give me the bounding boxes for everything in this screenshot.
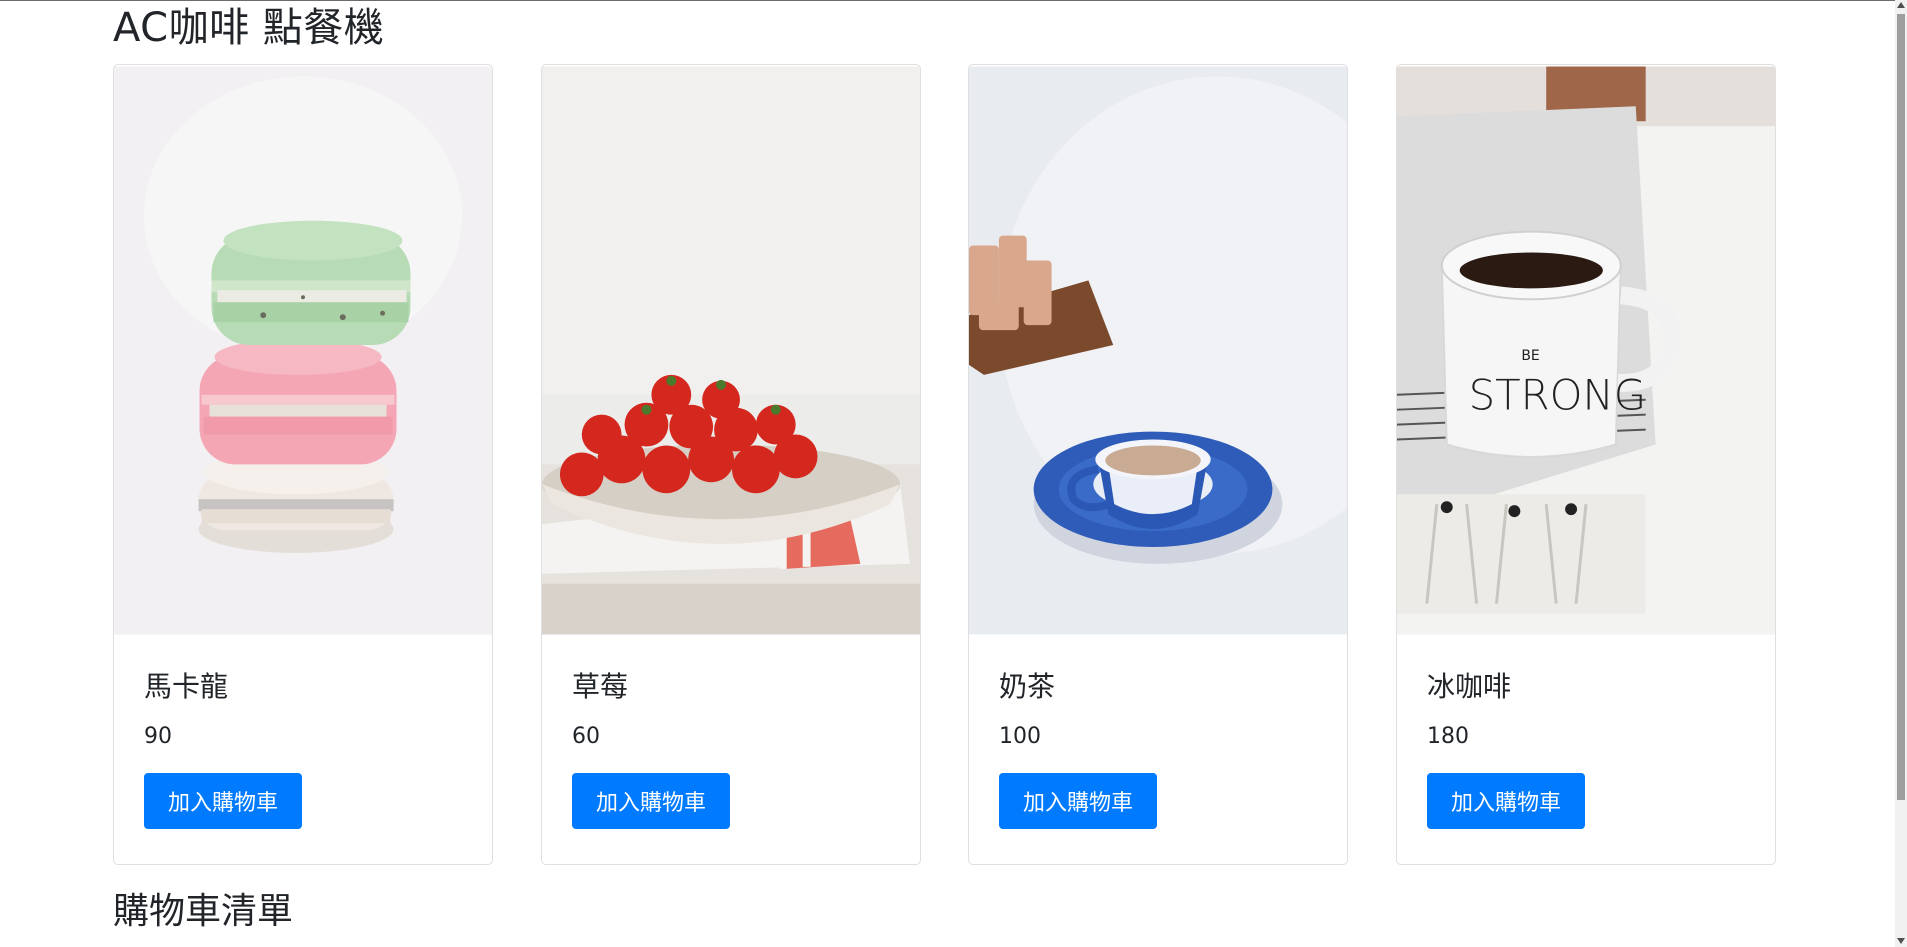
scroll-down-arrow-icon[interactable] (1897, 938, 1905, 944)
strawberry-image (542, 66, 920, 635)
cart-list-title: 購物車清單 (113, 891, 294, 932)
product-name: 奶茶 (999, 670, 1056, 703)
product-name: 冰咖啡 (1427, 670, 1512, 703)
iced-coffee-image: BE STRONG (1397, 66, 1775, 635)
add-to-cart-button[interactable]: 加入購物車 (999, 773, 1157, 829)
vertical-scrollbar[interactable] (1895, 0, 1907, 947)
product-card-milk-tea: 奶茶 100 加入購物車 (968, 64, 1348, 865)
product-price: 90 (144, 724, 172, 749)
scroll-up-arrow-icon[interactable] (1897, 2, 1905, 8)
product-price: 180 (1427, 724, 1469, 749)
page-title: AC咖啡 點餐機 (113, 5, 385, 51)
product-card-macaron: 馬卡龍 90 加入購物車 (113, 64, 493, 865)
add-to-cart-button[interactable]: 加入購物車 (572, 773, 730, 829)
scrollbar-thumb[interactable] (1897, 14, 1905, 800)
svg-text:STRONG: STRONG (1469, 371, 1647, 420)
milk-tea-image (969, 66, 1347, 635)
window-top-border (0, 0, 1907, 1)
svg-text:BE: BE (1521, 348, 1539, 364)
add-to-cart-button[interactable]: 加入購物車 (144, 773, 302, 829)
product-name: 馬卡龍 (144, 670, 229, 703)
product-price: 100 (999, 724, 1041, 749)
macaron-image (114, 66, 492, 635)
product-card-iced-coffee: BE STRONG 冰咖啡 180 加入購物車 (1396, 64, 1776, 865)
product-name: 草莓 (572, 670, 629, 703)
add-to-cart-button[interactable]: 加入購物車 (1427, 773, 1585, 829)
product-card-strawberry: 草莓 60 加入購物車 (541, 64, 921, 865)
product-price: 60 (572, 724, 600, 749)
